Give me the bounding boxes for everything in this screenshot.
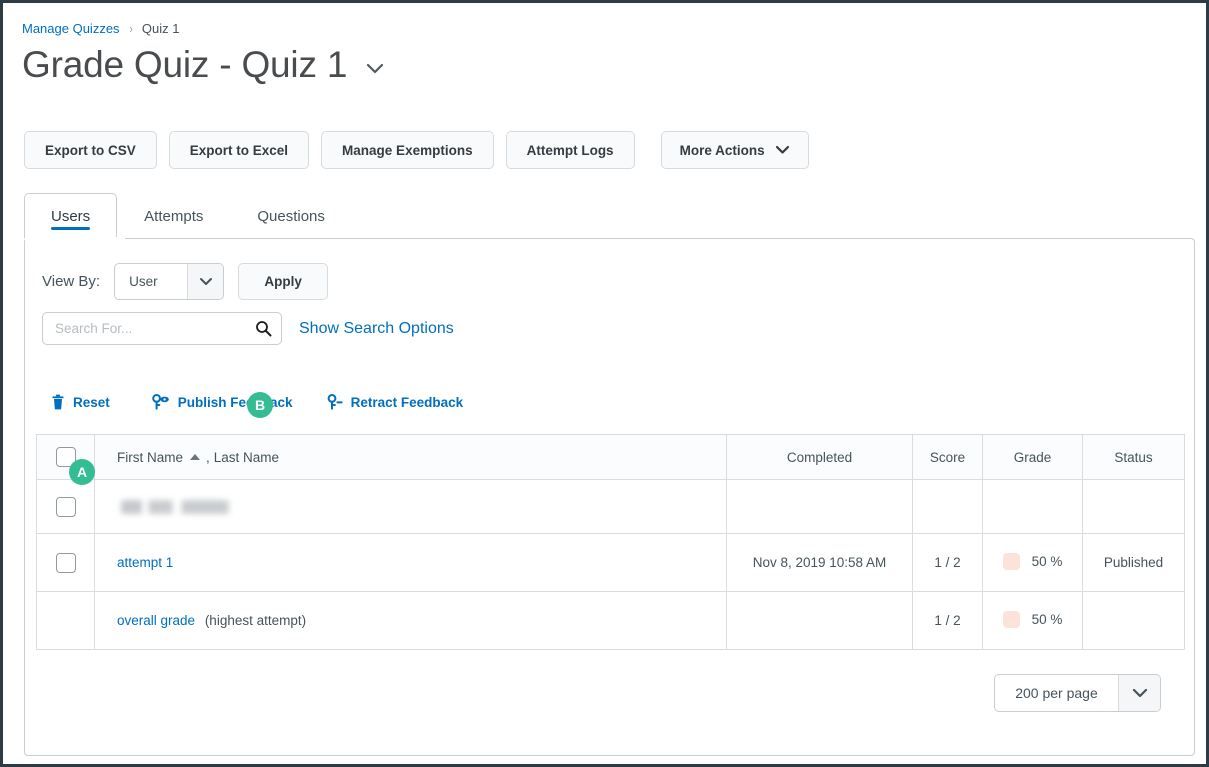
overall-grade-value: 50 % xyxy=(1032,612,1063,627)
search-icon[interactable] xyxy=(245,313,281,344)
table-row-overall-grade: overall grade (highest attempt) 1 / 2 50… xyxy=(37,592,1185,650)
table-row-student xyxy=(37,480,1185,534)
export-to-csv-button[interactable]: Export to CSV xyxy=(24,131,157,169)
retract-feedback-label: Retract Feedback xyxy=(351,395,464,410)
overall-grade-note: (highest attempt) xyxy=(205,613,306,628)
breadcrumb-current: Quiz 1 xyxy=(142,21,180,36)
student-grade-cell xyxy=(983,480,1083,534)
page-title-row: Grade Quiz - Quiz 1 xyxy=(22,45,385,86)
attempt-name-cell: attempt 1 xyxy=(95,534,727,592)
show-search-options-link[interactable]: Show Search Options xyxy=(299,320,454,338)
breadcrumb-link-manage-quizzes[interactable]: Manage Quizzes xyxy=(22,21,120,36)
per-page-selected-value: 200 per page xyxy=(995,675,1118,711)
search-row: Show Search Options xyxy=(42,312,454,345)
view-by-select[interactable]: User xyxy=(114,263,224,300)
view-by-label: View By: xyxy=(42,273,100,290)
more-actions-button[interactable]: More Actions xyxy=(661,131,809,169)
column-header-score[interactable]: Score xyxy=(913,435,983,480)
row-checkbox-student[interactable] xyxy=(56,497,76,517)
more-actions-label: More Actions xyxy=(680,143,765,158)
app-window: Manage Quizzes › Quiz 1 Grade Quiz - Qui… xyxy=(0,0,1209,767)
annotation-badge-a: A xyxy=(69,459,95,485)
table-body: attempt 1 Nov 8, 2019 10:58 AM 1 / 2 50 … xyxy=(37,480,1185,650)
table-header-row: First Name , Last Name Completed Score G… xyxy=(37,435,1185,480)
attempt-completed-cell: Nov 8, 2019 10:58 AM xyxy=(727,534,913,592)
column-header-last-name: Last Name xyxy=(214,450,279,465)
key-minus-icon xyxy=(327,394,343,410)
column-header-comma: , xyxy=(206,450,210,465)
tab-users[interactable]: Users xyxy=(24,193,117,238)
overall-grade-cell: 50 % xyxy=(983,592,1083,650)
tab-questions[interactable]: Questions xyxy=(230,193,352,238)
attempt-grade-cell: 50 % xyxy=(983,534,1083,592)
student-completed-cell xyxy=(727,480,913,534)
chevron-down-icon xyxy=(187,264,223,299)
trash-icon xyxy=(51,394,65,410)
reset-link[interactable]: Reset xyxy=(51,394,110,410)
row-select-cell xyxy=(37,480,95,534)
search-input[interactable] xyxy=(43,313,245,344)
breadcrumb: Manage Quizzes › Quiz 1 xyxy=(22,21,179,36)
column-header-grade[interactable]: Grade xyxy=(983,435,1083,480)
attempt-score-cell: 1 / 2 xyxy=(913,534,983,592)
tab-bar: Users Attempts Questions xyxy=(24,193,352,238)
student-name-redacted xyxy=(121,500,231,514)
key-eye-icon xyxy=(152,394,170,410)
sort-ascending-icon xyxy=(190,454,200,460)
grade-color-swatch xyxy=(1003,611,1020,628)
manage-exemptions-button[interactable]: Manage Exemptions xyxy=(321,131,494,169)
overall-grade-link[interactable]: overall grade xyxy=(117,613,195,628)
annotation-badge-b: B xyxy=(247,392,273,418)
apply-button[interactable]: Apply xyxy=(238,263,328,300)
attempt-grade-value: 50 % xyxy=(1032,554,1063,569)
column-header-first-name: First Name xyxy=(117,450,183,465)
column-header-status[interactable]: Status xyxy=(1083,435,1185,480)
overall-grade-name-cell: overall grade (highest attempt) xyxy=(95,592,727,650)
overall-score-cell: 1 / 2 xyxy=(913,592,983,650)
attempt-logs-button[interactable]: Attempt Logs xyxy=(506,131,635,169)
grades-table: First Name , Last Name Completed Score G… xyxy=(36,434,1185,650)
attempt-link[interactable]: attempt 1 xyxy=(117,555,173,570)
table-row-attempt: attempt 1 Nov 8, 2019 10:58 AM 1 / 2 50 … xyxy=(37,534,1185,592)
student-status-cell xyxy=(1083,480,1185,534)
chevron-down-icon[interactable] xyxy=(365,55,385,75)
view-by-selected-value: User xyxy=(115,264,187,299)
column-header-completed[interactable]: Completed xyxy=(727,435,913,480)
retract-feedback-link[interactable]: Retract Feedback xyxy=(327,394,464,410)
overall-status-cell xyxy=(1083,592,1185,650)
users-panel: View By: User Apply Show Search xyxy=(24,238,1195,756)
grade-color-swatch xyxy=(1003,553,1020,570)
export-to-excel-button[interactable]: Export to Excel xyxy=(169,131,309,169)
reset-label: Reset xyxy=(73,395,110,410)
row-checkbox-attempt[interactable] xyxy=(56,553,76,573)
view-by-row: View By: User Apply xyxy=(42,263,328,300)
search-box[interactable] xyxy=(42,312,282,345)
page-title: Grade Quiz - Quiz 1 xyxy=(22,45,347,86)
student-score-cell xyxy=(913,480,983,534)
chevron-down-icon xyxy=(1118,675,1160,711)
tab-attempts[interactable]: Attempts xyxy=(117,193,230,238)
per-page-select[interactable]: 200 per page xyxy=(994,674,1161,712)
column-header-name[interactable]: First Name , Last Name xyxy=(95,435,727,480)
publish-feedback-label: Publish Feedback xyxy=(178,395,293,410)
breadcrumb-separator-icon: › xyxy=(129,22,132,35)
action-toolbar: Export to CSV Export to Excel Manage Exe… xyxy=(24,131,809,169)
overall-completed-cell xyxy=(727,592,913,650)
tab-active-connector xyxy=(25,237,125,240)
table-head: First Name , Last Name Completed Score G… xyxy=(37,435,1185,480)
attempt-status-cell: Published xyxy=(1083,534,1185,592)
student-name-cell xyxy=(95,480,727,534)
chevron-down-icon xyxy=(775,145,790,155)
row-select-cell-empty xyxy=(37,592,95,650)
row-select-cell xyxy=(37,534,95,592)
